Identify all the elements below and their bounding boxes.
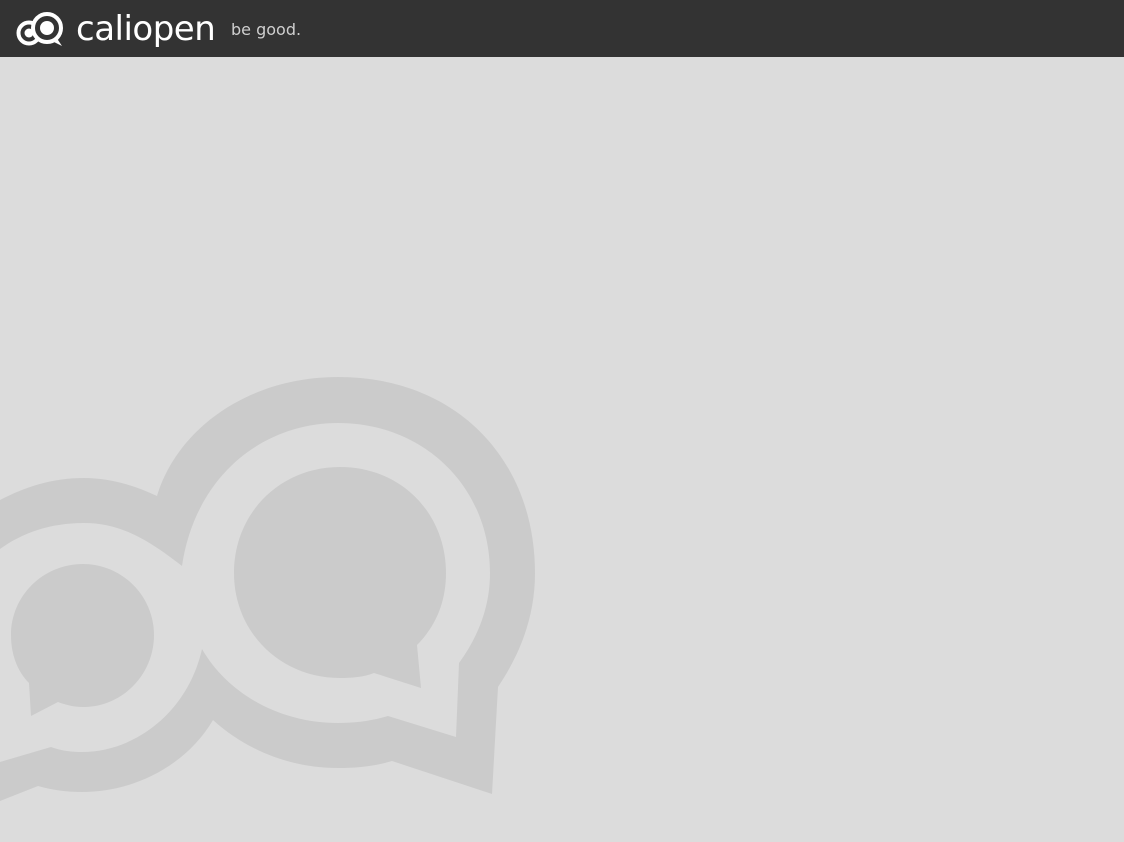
main-content-area — [0, 57, 1124, 842]
top-header: caliopen be good. — [0, 0, 1124, 57]
caliopen-watermark-logo — [0, 377, 535, 801]
brand-name: caliopen — [76, 9, 216, 49]
tagline: be good. — [231, 20, 302, 39]
home-logo-link[interactable]: caliopen — [16, 9, 216, 49]
caliopen-logo-icon — [16, 12, 63, 46]
